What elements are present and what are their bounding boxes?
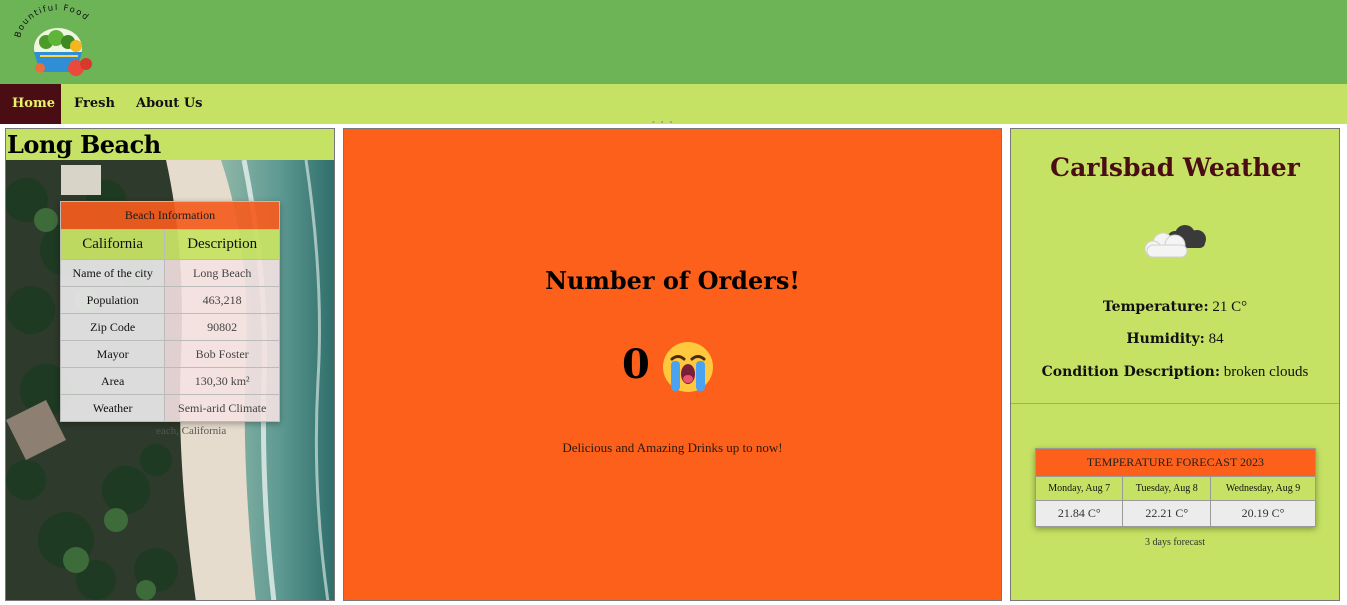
weather-title: Carlsbad Weather: [1050, 153, 1300, 182]
nav-home[interactable]: Home: [0, 84, 61, 124]
humidity-value: 84: [1208, 331, 1224, 347]
orders-title: Number of Orders!: [545, 266, 800, 295]
row-key: Weather: [59, 394, 166, 422]
condition-line: Condition Description: broken clouds: [1011, 364, 1339, 381]
orders-panel: Number of Orders! 0 Delicious and Amazin…: [343, 128, 1002, 601]
table-row: Weather Semi-arid Climate: [59, 394, 280, 422]
col-header-description: Description: [164, 229, 280, 260]
loudly-crying-face-icon: [663, 342, 713, 392]
temperature-value: 21 C°: [1212, 299, 1248, 315]
bountiful-food-logo[interactable]: Bountiful Food: [10, 4, 106, 82]
top-header: Bountiful Food: [0, 0, 1347, 84]
col-header-california: California: [59, 229, 166, 260]
carousel-dots: • • •: [652, 118, 675, 127]
temperature-label: Temperature:: [1102, 299, 1209, 315]
row-value: Semi-arid Climate: [164, 394, 280, 422]
row-value: 130,30 km²: [164, 367, 280, 395]
forecast-table: TEMPERATURE FORECAST 2023 Monday, Aug 7 …: [1034, 448, 1316, 527]
forecast-note: 3 days forecast: [1145, 537, 1205, 548]
forecast-day: Monday, Aug 7: [1034, 476, 1124, 501]
orders-subtitle: Delicious and Amazing Drinks up to now!: [562, 440, 783, 455]
table-row: Area 130,30 km²: [59, 367, 280, 395]
forecast-temp: 20.19 C°: [1210, 500, 1316, 527]
forecast-temp: 21.84 C°: [1034, 500, 1124, 527]
humidity-label: Humidity:: [1126, 331, 1205, 347]
row-key: Area: [59, 367, 166, 395]
row-key: Mayor: [59, 340, 166, 368]
weather-panel: Carlsbad Weather Temperature: 21 C° Humi…: [1010, 128, 1340, 601]
condition-value: broken clouds: [1223, 364, 1309, 380]
long-beach-panel: Long Beach Beach Information California …: [5, 128, 335, 601]
row-value: 463,218: [164, 286, 280, 314]
forecast-day: Wednesday, Aug 9: [1210, 476, 1316, 501]
beach-info-caption: Beach Information: [60, 201, 280, 230]
broken-clouds-icon: [1144, 225, 1206, 258]
nav-about-us[interactable]: About Us: [136, 84, 203, 124]
condition-label: Condition Description:: [1041, 364, 1221, 380]
weather-divider: [1011, 403, 1339, 404]
table-row: Zip Code 90802: [59, 313, 280, 341]
photo-caption: each, California: [156, 425, 227, 437]
orders-count: 0: [622, 341, 650, 388]
table-row: Mayor Bob Foster: [59, 340, 280, 368]
forecast-day: Tuesday, Aug 8: [1122, 476, 1212, 501]
table-row: Population 463,218: [59, 286, 280, 314]
nav-fresh[interactable]: Fresh: [74, 84, 115, 124]
table-row: Name of the city Long Beach: [59, 259, 280, 287]
forecast-temp: 22.21 C°: [1122, 500, 1212, 527]
forecast-caption: TEMPERATURE FORECAST 2023: [1035, 448, 1316, 477]
row-key: Zip Code: [59, 313, 166, 341]
left-panel-title: Long Beach: [7, 130, 161, 159]
temperature-line: Temperature: 21 C°: [1011, 299, 1339, 316]
row-value: Long Beach: [164, 259, 280, 287]
row-value: 90802: [164, 313, 280, 341]
row-key: Name of the city: [59, 259, 166, 287]
humidity-line: Humidity: 84: [1011, 331, 1339, 348]
beach-info-table: Beach Information California Description…: [59, 201, 280, 422]
row-value: Bob Foster: [164, 340, 280, 368]
row-key: Population: [59, 286, 166, 314]
